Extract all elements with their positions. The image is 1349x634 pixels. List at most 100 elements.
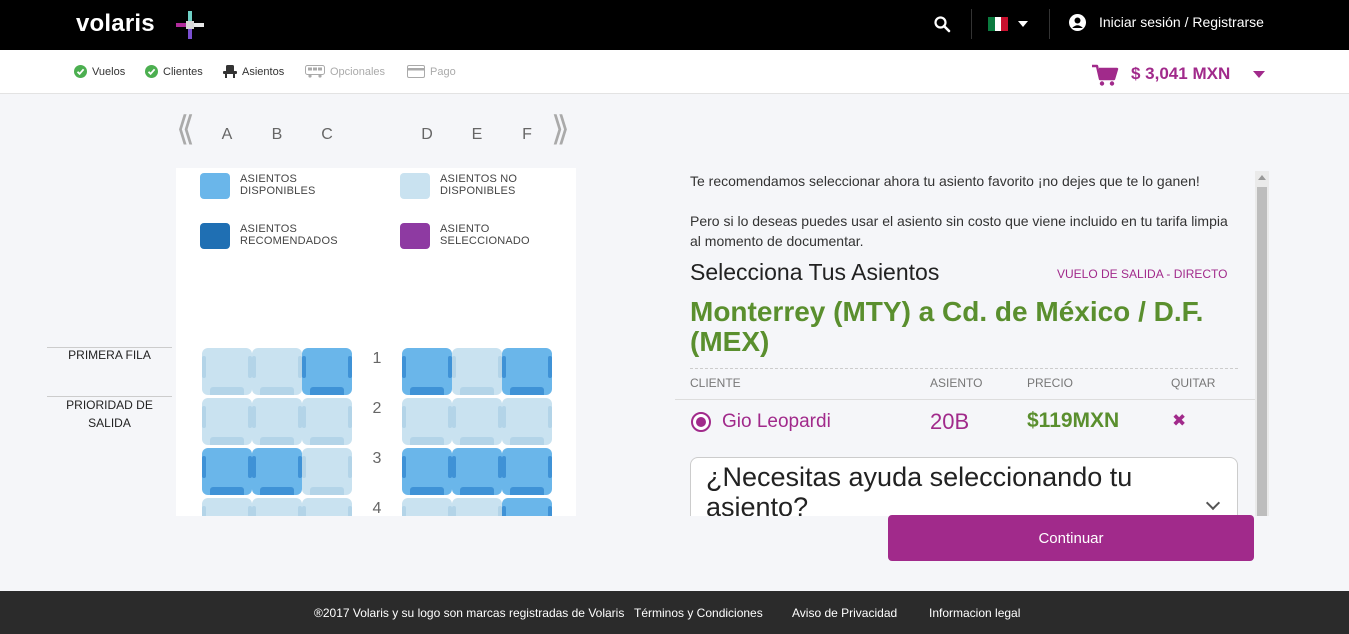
dashed-divider xyxy=(690,368,1238,369)
seat-2c xyxy=(302,398,352,445)
scrollbar-thumb[interactable] xyxy=(1257,187,1267,516)
scrollbar[interactable] xyxy=(1255,171,1269,516)
column-letter-e: E xyxy=(471,126,483,143)
legend-recommended: ASIENTOS RECOMENDADOS xyxy=(200,223,350,249)
login-register-link[interactable]: Iniciar sesión / Registrarse xyxy=(1099,14,1264,30)
step-vuelos[interactable]: Vuelos xyxy=(74,65,125,78)
legend-swatch-available xyxy=(200,173,230,199)
chevron-right-icon[interactable]: ⟫ xyxy=(551,112,570,146)
bus-icon xyxy=(305,65,325,78)
step-pago: Pago xyxy=(407,65,456,78)
seat-3f[interactable] xyxy=(502,448,552,495)
row-number: 1 xyxy=(372,350,382,367)
legend-not-available: ASIENTOS NO DISPONIBLES xyxy=(400,173,520,199)
seat-1d[interactable] xyxy=(402,348,452,395)
step-label: Asientos xyxy=(242,65,285,78)
seat-2f xyxy=(502,398,552,445)
route-title: Monterrey (MTY) a Cd. de México / D.F. (… xyxy=(690,296,1204,357)
flag-mexico-icon[interactable] xyxy=(988,17,1009,31)
remove-icon[interactable]: ✖ xyxy=(1172,411,1186,431)
cart-caret-icon[interactable] xyxy=(1253,71,1265,78)
seat-3e[interactable] xyxy=(452,448,502,495)
seat-4f[interactable] xyxy=(502,498,552,516)
seat-icon xyxy=(223,65,237,78)
column-letter-c: C xyxy=(321,126,333,143)
legend-available: ASIENTOS DISPONIBLES xyxy=(200,173,330,199)
help-accordion[interactable]: ¿Necesitas ayuda seleccionando tu asient… xyxy=(690,457,1238,516)
priority-label: PRIORIDAD DE SALIDA xyxy=(66,398,153,430)
booking-steps-bar: Vuelos Clientes Asientos Opcionales Pago… xyxy=(0,50,1349,94)
volaris-logo[interactable]: volaris xyxy=(76,10,155,38)
legend-swatch-recommended xyxy=(200,223,230,249)
legend-text: ASIENTOS RECOMENDADOS xyxy=(240,223,338,247)
footer-privacy-link[interactable]: Aviso de Privacidad xyxy=(792,606,897,620)
seat-3d[interactable] xyxy=(402,448,452,495)
passenger-radio[interactable] xyxy=(691,412,711,432)
seat-2d xyxy=(402,398,452,445)
legend-text: ASIENTOS NO DISPONIBLES xyxy=(440,173,518,197)
passenger-name[interactable]: Gio Leopardi xyxy=(722,411,831,433)
continue-button[interactable]: Continuar xyxy=(888,515,1254,561)
header-remove: QUITAR xyxy=(1171,376,1216,390)
step-opcionales: Opcionales xyxy=(305,65,385,78)
column-letter-f: F xyxy=(522,126,532,143)
header-price: PRECIO xyxy=(1027,376,1074,390)
recommend-text: Te recomendamos seleccionar ahora tu asi… xyxy=(690,173,1200,189)
column-letter-a: A xyxy=(221,126,233,143)
seat-2b xyxy=(252,398,302,445)
seat-3c xyxy=(302,448,352,495)
passenger-seat: 20B xyxy=(930,409,970,434)
seat-2a xyxy=(202,398,252,445)
column-letter-d: D xyxy=(421,126,433,143)
seat-1b xyxy=(252,348,302,395)
check-icon xyxy=(74,65,87,78)
footer-legal-link[interactable]: Informacion legal xyxy=(929,606,1020,620)
table-divider xyxy=(675,399,1255,400)
user-icon[interactable] xyxy=(1069,14,1086,31)
seat-3a[interactable] xyxy=(202,448,252,495)
chevron-down-icon[interactable] xyxy=(1205,495,1221,511)
passenger-price: $119MXN xyxy=(1027,409,1120,432)
seat-3b[interactable] xyxy=(252,448,302,495)
seat-1a xyxy=(202,348,252,395)
seat-4b xyxy=(252,498,302,516)
row-number: 3 xyxy=(372,450,382,467)
seat-4e xyxy=(452,498,502,516)
step-clientes[interactable]: Clientes xyxy=(145,65,203,78)
cart-icon[interactable] xyxy=(1091,63,1119,87)
header-divider xyxy=(971,9,972,39)
seat-4c xyxy=(302,498,352,516)
step-label: Vuelos xyxy=(92,65,126,78)
search-icon[interactable] xyxy=(933,15,951,33)
logo-star-icon xyxy=(176,11,204,39)
seat-1e xyxy=(452,348,502,395)
seat-4d xyxy=(402,498,452,516)
help-title: ¿Necesitas ayuda seleccionando tu asient… xyxy=(706,462,1133,516)
seat-1f[interactable] xyxy=(502,348,552,395)
legend-swatch-selected xyxy=(400,223,430,249)
footer-terms-link[interactable]: Términos y Condiciones xyxy=(634,606,763,620)
legend-swatch-not-available xyxy=(400,173,430,199)
card-icon xyxy=(407,65,425,78)
step-label: Clientes xyxy=(163,65,203,78)
column-letter-b: B xyxy=(271,126,283,143)
header-divider xyxy=(1049,9,1050,39)
step-asientos[interactable]: Asientos xyxy=(223,65,284,78)
flight-type-label: VUELO DE SALIDA - DIRECTO xyxy=(1057,267,1228,281)
footer-copyright: ®2017 Volaris y su logo son marcas regis… xyxy=(314,606,625,620)
legend-text: ASIENTO SELECCIONADO xyxy=(440,223,530,247)
cart-total[interactable]: $ 3,041 MXN xyxy=(1131,64,1230,84)
language-caret-icon[interactable] xyxy=(1018,21,1028,27)
header-client: CLIENTE xyxy=(690,376,741,390)
legend-selected: ASIENTO SELECCIONADO xyxy=(400,223,550,249)
row-number: 4 xyxy=(372,500,382,517)
row-number: 2 xyxy=(372,400,382,417)
scroll-up-arrow[interactable] xyxy=(1258,175,1266,180)
header-seat: ASIENTO xyxy=(930,376,983,390)
first-row-label: PRIMERA FILA xyxy=(68,348,151,362)
check-icon xyxy=(145,65,158,78)
top-header: volaris Iniciar sesión / Registrarse xyxy=(0,0,1349,50)
seat-1c[interactable] xyxy=(302,348,352,395)
seat-info-panel: Te recomendamos seleccionar ahora tu asi… xyxy=(675,171,1269,516)
chevron-left-icon[interactable]: ⟪ xyxy=(176,112,195,146)
